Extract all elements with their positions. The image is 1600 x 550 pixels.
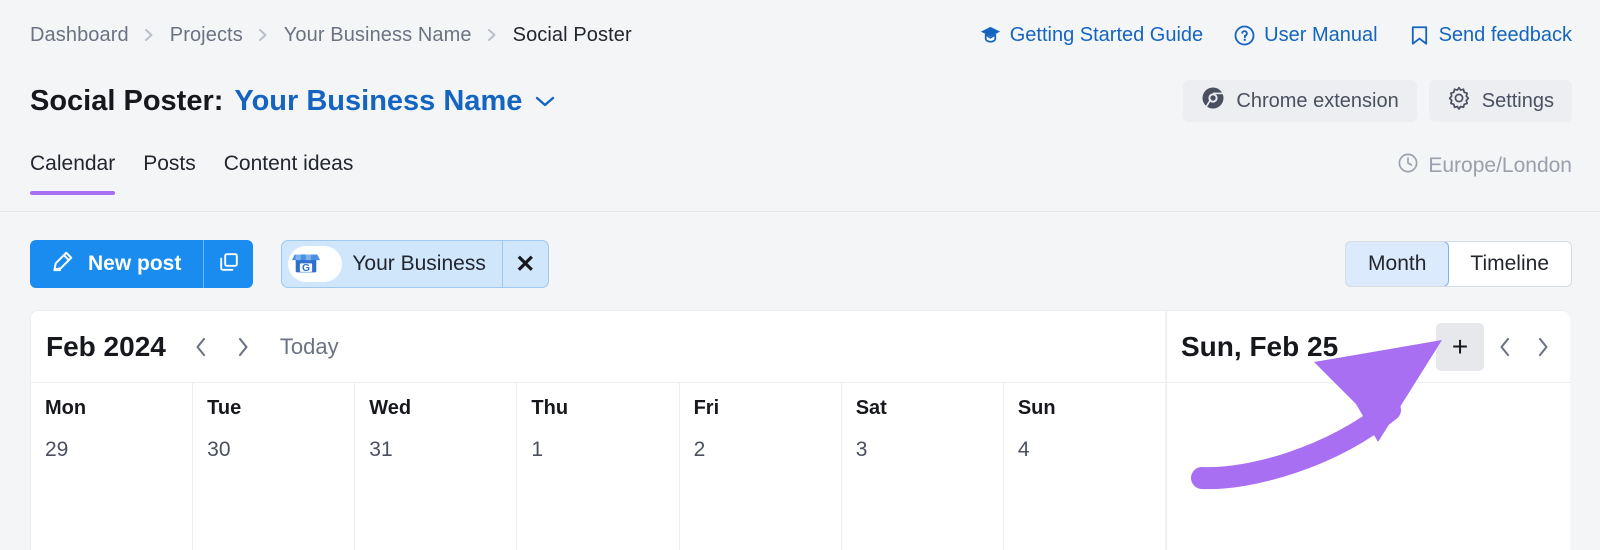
remove-business-chip-button[interactable]: ✕ — [502, 241, 548, 287]
timezone-indicator: Europe/London — [1397, 152, 1572, 180]
day-detail-header: Sun, Feb 25 + — [1167, 311, 1570, 383]
day-number: 4 — [1018, 438, 1165, 462]
title-row: Social Poster: Your Business Name Chrome… — [0, 70, 1600, 132]
chrome-extension-button[interactable]: Chrome extension — [1183, 80, 1416, 122]
svg-text:G: G — [302, 262, 310, 273]
help-links: Getting Started Guide User Manual Send f… — [979, 24, 1572, 47]
new-post-group: New post — [30, 240, 253, 288]
business-profile-name: Your Business — [344, 241, 501, 287]
gear-icon — [1447, 86, 1471, 116]
calendar-card: Feb 2024 Today Mon 29 Tue 30 Wed — [30, 310, 1165, 550]
clock-icon — [1397, 152, 1419, 180]
page-title-prefix: Social Poster: — [30, 85, 223, 118]
chevron-right-icon — [257, 27, 270, 43]
social-poster-page: Dashboard Projects Your Business Name So… — [0, 0, 1600, 550]
calendar-nav — [186, 331, 258, 363]
chevron-down-icon[interactable] — [534, 94, 556, 108]
calendar-toolbar: New post G — [0, 238, 1600, 290]
tabs-row: Calendar Posts Content ideas Europe/Lond… — [0, 152, 1600, 212]
user-manual-link[interactable]: User Manual — [1233, 24, 1377, 47]
calendar-next-button[interactable] — [228, 331, 258, 363]
breadcrumb: Dashboard Projects Your Business Name So… — [30, 24, 632, 47]
page-title: Social Poster: Your Business Name — [30, 85, 556, 118]
calendar-day-cell-fri[interactable]: Fri 2 — [680, 383, 842, 550]
view-mode-toggle: Month Timeline — [1345, 241, 1572, 287]
day-detail-panel: Sun, Feb 25 + — [1166, 310, 1570, 550]
weekday-label: Mon — [45, 397, 192, 420]
new-post-label: New post — [88, 252, 181, 276]
breadcrumb-item-dashboard[interactable]: Dashboard — [30, 24, 129, 47]
getting-started-guide-label: Getting Started Guide — [1010, 24, 1203, 47]
calendar-today-button[interactable]: Today — [280, 334, 339, 360]
calendar-month-label: Feb 2024 — [46, 331, 166, 363]
send-feedback-link[interactable]: Send feedback — [1408, 24, 1572, 47]
chrome-extension-label: Chrome extension — [1236, 90, 1398, 113]
settings-label: Settings — [1482, 90, 1554, 113]
day-prev-button[interactable] — [1488, 327, 1522, 367]
business-profile-toggle[interactable]: G — [282, 241, 344, 287]
calendar-prev-button[interactable] — [186, 331, 216, 363]
title-actions: Chrome extension Settings — [1183, 80, 1572, 122]
timezone-label: Europe/London — [1428, 154, 1572, 178]
tab-content-ideas[interactable]: Content ideas — [224, 152, 354, 194]
chevron-right-icon — [486, 27, 499, 43]
feedback-flag-icon — [1408, 24, 1431, 47]
calendar-day-cell-thu[interactable]: Thu 1 — [517, 383, 679, 550]
user-manual-label: User Manual — [1264, 24, 1377, 47]
calendar-header: Feb 2024 Today — [31, 311, 1165, 383]
calendar-day-cell-sat[interactable]: Sat 3 — [842, 383, 1004, 550]
breadcrumb-item-projects[interactable]: Projects — [170, 24, 243, 47]
breadcrumb-item-social-poster: Social Poster — [513, 24, 632, 47]
calendar-day-cell-wed[interactable]: Wed 31 — [355, 383, 517, 550]
view-mode-timeline[interactable]: Timeline — [1448, 242, 1571, 286]
breadcrumb-item-business[interactable]: Your Business Name — [284, 24, 472, 47]
day-detail-title: Sun, Feb 25 — [1181, 331, 1338, 363]
weekday-label: Sat — [856, 397, 1003, 420]
business-profile-chip[interactable]: G Your Business ✕ — [281, 240, 548, 288]
add-post-button[interactable]: + — [1436, 323, 1484, 371]
day-detail-body — [1167, 383, 1570, 550]
weekday-label: Fri — [694, 397, 841, 420]
graduation-cap-icon — [979, 24, 1002, 47]
calendar-day-cell-tue[interactable]: Tue 30 — [193, 383, 355, 550]
google-business-profile-icon: G — [291, 247, 321, 282]
tab-list: Calendar Posts Content ideas — [30, 152, 353, 194]
settings-button[interactable]: Settings — [1429, 80, 1572, 122]
pencil-icon — [50, 249, 75, 280]
toggle-knob: G — [288, 246, 342, 282]
project-selector-label[interactable]: Your Business Name — [234, 85, 522, 118]
view-mode-month[interactable]: Month — [1345, 241, 1449, 287]
calendar-day-cell-mon[interactable]: Mon 29 — [31, 383, 193, 550]
copy-icon — [217, 250, 241, 279]
duplicate-post-button[interactable] — [203, 240, 253, 288]
weekday-label: Tue — [207, 397, 354, 420]
chrome-icon — [1201, 86, 1225, 116]
breadcrumb-row: Dashboard Projects Your Business Name So… — [0, 0, 1600, 70]
weekday-label: Sun — [1018, 397, 1165, 420]
question-circle-icon — [1233, 24, 1256, 47]
tab-calendar[interactable]: Calendar — [30, 152, 115, 194]
weekday-label: Wed — [369, 397, 516, 420]
day-number: 1 — [531, 438, 678, 462]
calendar-week-grid: Mon 29 Tue 30 Wed 31 Thu 1 Fri 2 Sat 3 — [31, 383, 1165, 550]
day-number: 30 — [207, 438, 354, 462]
day-number: 31 — [369, 438, 516, 462]
day-number: 3 — [856, 438, 1003, 462]
day-detail-actions: + — [1436, 323, 1560, 371]
weekday-label: Thu — [531, 397, 678, 420]
send-feedback-label: Send feedback — [1439, 24, 1572, 47]
calendar-day-cell-sun[interactable]: Sun 4 — [1004, 383, 1165, 550]
tab-posts[interactable]: Posts — [143, 152, 196, 194]
day-number: 2 — [694, 438, 841, 462]
day-next-button[interactable] — [1526, 327, 1560, 367]
chevron-right-icon — [143, 27, 156, 43]
getting-started-guide-link[interactable]: Getting Started Guide — [979, 24, 1203, 47]
day-number: 29 — [45, 438, 192, 462]
new-post-button[interactable]: New post — [30, 240, 203, 288]
